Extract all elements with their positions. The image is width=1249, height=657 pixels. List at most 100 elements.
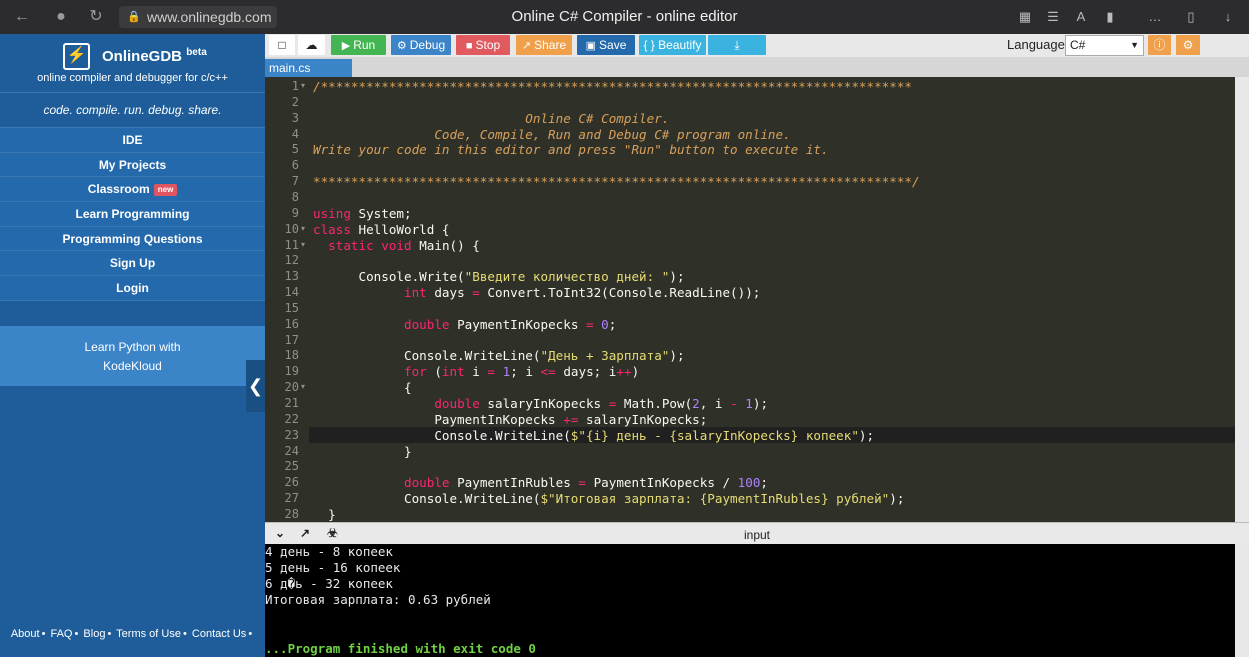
- run-button[interactable]: ▶ Run: [331, 35, 386, 55]
- upload-button[interactable]: ☁: [298, 35, 325, 55]
- line-number: 8: [291, 189, 299, 204]
- sidebar: ⚡ OnlineGDB beta online compiler and deb…: [0, 34, 265, 657]
- debug-button[interactable]: ⚙ Debug: [391, 35, 451, 55]
- download-button[interactable]: ⤓: [708, 35, 766, 55]
- translate-icon[interactable]: A: [1072, 8, 1090, 26]
- share-button[interactable]: ↗ Share: [516, 35, 572, 55]
- collapse-sidebar-button[interactable]: ❮: [246, 360, 265, 412]
- beautify-button[interactable]: { } Beautify: [639, 35, 706, 55]
- footer-link-contact[interactable]: Contact Us: [192, 628, 246, 640]
- console-output[interactable]: 4 день - 8 копеек 5 день - 16 копеек 6 д…: [265, 544, 1235, 657]
- footer-link-blog[interactable]: Blog: [83, 628, 105, 640]
- code-line: Write your code in this editor and press…: [313, 142, 829, 158]
- language-label: Language: [1007, 37, 1065, 52]
- info-icon: ⓘ: [1153, 38, 1166, 52]
- sidebar-panel-icon[interactable]: ▯: [1182, 8, 1200, 26]
- sidebar-item-login[interactable]: Login: [0, 276, 265, 301]
- line-number: 26: [284, 475, 299, 490]
- code-line: }: [313, 506, 336, 522]
- file-tab-bar: main.cs: [265, 57, 1249, 77]
- share-icon: ↗: [521, 40, 532, 52]
- footer-link-terms[interactable]: Terms of Use: [116, 628, 181, 640]
- code-line: Console.Write("Введите количество дней: …: [313, 269, 685, 285]
- save-button[interactable]: ▣ Save: [577, 35, 635, 55]
- chevron-left-icon: ❮: [247, 376, 264, 396]
- line-number: 22: [284, 411, 299, 426]
- code-editor[interactable]: 1 ▾ 2 3 4 5 6 7 8 9 10 ▾ 11 ▾ 12 13 14 15 16 17 18 19 20 ▾ 21 22 2…: [265, 77, 1235, 522]
- lightning-logo-icon: ⚡: [63, 43, 90, 70]
- line-number: 28: [284, 506, 299, 521]
- sidebar-item-ide[interactable]: IDE: [0, 128, 265, 153]
- line-number: 5: [291, 142, 299, 157]
- line-number: 20: [284, 380, 299, 395]
- save-label: Save: [599, 38, 627, 52]
- console-line: 4 день - 8 копеек: [265, 544, 393, 559]
- bookmark-icon[interactable]: ▮: [1101, 8, 1119, 26]
- sidebar-item-my-projects[interactable]: My Projects: [0, 152, 265, 178]
- reader-icon[interactable]: ☰: [1044, 8, 1062, 26]
- line-gutter: 1 ▾ 2 3 4 5 6 7 8 9 10 ▾ 11 ▾ 12 13 14 15 16 17 18 19 20 ▾ 21 22 2…: [265, 77, 309, 522]
- sidebar-item-label: Login: [116, 281, 149, 296]
- line-number: 11: [284, 237, 299, 252]
- download-icon[interactable]: ↓: [1219, 8, 1237, 26]
- tabs-grid-icon[interactable]: ▦: [1016, 8, 1034, 26]
- line-number: 13: [284, 269, 299, 284]
- browser-chrome: ← ● ↻ 🔒 www.onlinegdb.com Online C# Comp…: [0, 0, 1249, 34]
- line-number: 25: [284, 459, 299, 474]
- brand-beta: beta: [186, 47, 207, 58]
- line-number: 17: [284, 332, 299, 347]
- line-number: 27: [284, 491, 299, 506]
- address-bar[interactable]: 🔒 www.onlinegdb.com: [119, 6, 277, 28]
- fold-arrow-icon[interactable]: ▾: [301, 240, 305, 249]
- line-number: 3: [291, 110, 299, 125]
- code-line: using System;: [313, 205, 412, 221]
- gear-icon: ⚙: [1182, 38, 1194, 52]
- sidebar-item-label: Programming Questions: [62, 231, 203, 246]
- more-icon[interactable]: …: [1146, 8, 1164, 26]
- brand[interactable]: ⚡ OnlineGDB beta online compiler and deb…: [0, 34, 265, 93]
- fold-arrow-icon[interactable]: ▾: [301, 81, 305, 90]
- stop-label: Stop: [475, 38, 501, 52]
- info-button[interactable]: ⓘ: [1148, 35, 1171, 55]
- fold-arrow-icon[interactable]: ▾: [301, 224, 305, 233]
- promo-line-2: KodeKloud: [103, 359, 162, 373]
- footer-link-about[interactable]: About: [11, 628, 40, 640]
- sidebar-item-label: Classroom: [87, 182, 150, 197]
- promo-banner[interactable]: Learn Python with KodeKloud: [0, 326, 265, 386]
- debug-icon: ⚙: [396, 40, 407, 52]
- editor-scrollbar[interactable]: [1235, 77, 1249, 522]
- upload-cloud-icon: ☁: [305, 38, 318, 52]
- reload-icon[interactable]: ↻: [86, 7, 106, 27]
- line-number: 15: [284, 300, 299, 315]
- line-number: 1: [291, 79, 299, 93]
- back-arrow-icon[interactable]: ←: [12, 7, 32, 27]
- code-line: Code, Compile, Run and Debug C# program …: [313, 126, 791, 142]
- console-scrollbar[interactable]: [1235, 544, 1249, 657]
- input-bar: ⌄ ↗ ☣ input: [265, 522, 1249, 544]
- fold-arrow-icon[interactable]: ▾: [301, 382, 305, 391]
- promo-line-1: Learn Python with: [84, 340, 181, 354]
- toolbar: □ ☁ ▶ Run ⚙ Debug ■ Stop ↗ Share ▣ Save { } B…: [265, 34, 1249, 57]
- footer-link-faq[interactable]: FAQ: [50, 628, 72, 640]
- sidebar-item-learn-programming[interactable]: Learn Programming: [0, 202, 265, 227]
- tab-main-cs[interactable]: main.cs: [265, 59, 352, 77]
- code-line: static void Main() {: [328, 237, 480, 253]
- stop-button[interactable]: ■ Stop: [456, 35, 510, 55]
- sidebar-item-label: IDE: [122, 133, 143, 147]
- language-select[interactable]: C# ▼: [1065, 35, 1144, 56]
- code-line: double PaymentInRubles = PaymentInKopeck…: [404, 475, 768, 491]
- stop-icon: ■: [465, 40, 473, 52]
- code-line: class HelloWorld {: [313, 221, 450, 237]
- settings-button[interactable]: ⚙: [1176, 35, 1200, 55]
- yandex-icon[interactable]: ●: [51, 7, 71, 27]
- new-file-button[interactable]: □: [269, 35, 295, 55]
- run-label: Run: [353, 38, 376, 52]
- sidebar-item-classroom[interactable]: Classroom new: [0, 177, 265, 203]
- sidebar-item-programming-questions[interactable]: Programming Questions: [0, 226, 265, 252]
- console-line: Итоговая зарплата: 0.63 рублей: [265, 592, 491, 607]
- address-bar-text: www.onlinegdb.com: [147, 9, 272, 25]
- code-line: Online C# Compiler.: [313, 110, 670, 126]
- sidebar-item-sign-up[interactable]: Sign Up: [0, 251, 265, 277]
- code-line: {: [313, 380, 412, 396]
- footer-links: About • FAQ • Blog • Terms of Use • Contact …: [10, 628, 253, 640]
